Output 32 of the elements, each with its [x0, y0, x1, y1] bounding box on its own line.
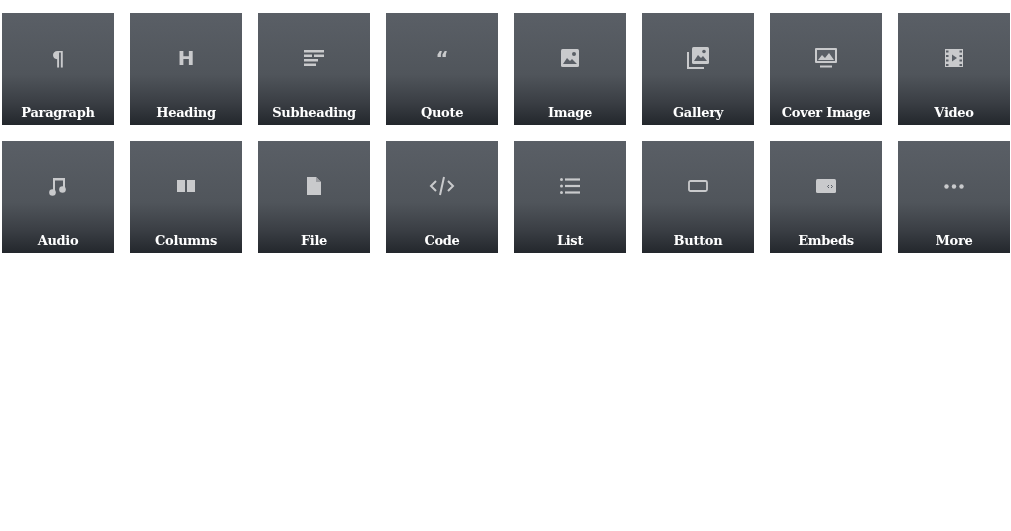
- block-tile[interactable]: More: [898, 141, 1010, 253]
- film-icon: [945, 49, 963, 67]
- list-icon: [560, 178, 580, 194]
- glyph-icon: “: [435, 47, 449, 69]
- image-icon: [561, 49, 579, 67]
- block-tile[interactable]: Columns: [130, 141, 242, 253]
- block-tile[interactable]: Image: [514, 13, 626, 125]
- file-icon: [307, 177, 321, 195]
- block-tile[interactable]: Cover Image: [770, 13, 882, 125]
- block-tile[interactable]: List: [514, 141, 626, 253]
- glyph-icon: ¶: [51, 47, 65, 69]
- block-tile[interactable]: H Heading: [130, 13, 242, 125]
- button-icon: [688, 180, 708, 192]
- music-note-icon: [49, 176, 67, 196]
- block-tile[interactable]: Audio: [2, 141, 114, 253]
- glyph-icon: H: [177, 47, 195, 69]
- block-tile[interactable]: Subheading: [258, 13, 370, 125]
- block-tile[interactable]: ¶ Paragraph: [2, 13, 114, 125]
- gallery-icon: [687, 47, 709, 69]
- block-tile[interactable]: Gallery: [642, 13, 754, 125]
- more-icon: [944, 183, 964, 189]
- cover-image-icon: [815, 48, 837, 68]
- block-tile[interactable]: Code: [386, 141, 498, 253]
- lines-icon: [304, 50, 324, 66]
- block-tile[interactable]: Video: [898, 13, 1010, 125]
- block-tile[interactable]: File: [258, 141, 370, 253]
- block-tile[interactable]: “ Quote: [386, 13, 498, 125]
- embed-icon: [816, 179, 836, 193]
- block-tile[interactable]: Embeds: [770, 141, 882, 253]
- code-icon: [429, 176, 455, 196]
- columns-icon: [177, 180, 195, 192]
- block-tile[interactable]: Button: [642, 141, 754, 253]
